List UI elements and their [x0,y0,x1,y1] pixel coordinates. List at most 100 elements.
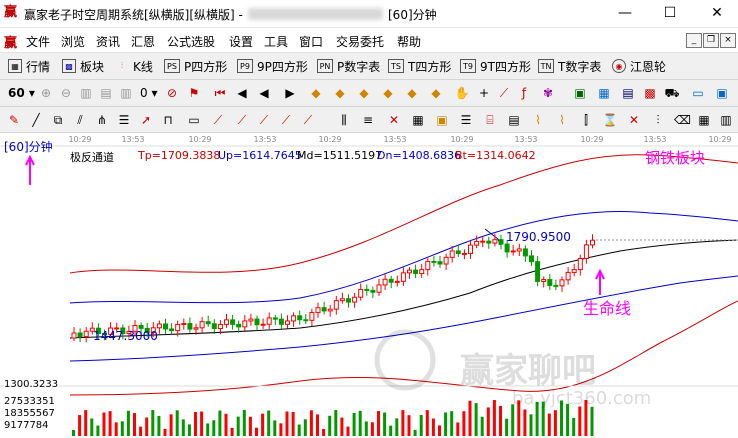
mdi-restore-button[interactable]: ❐ [703,33,719,48]
cycle2-icon[interactable]: ⌇ [554,112,570,128]
ruler-icon[interactable]: ▭ [186,112,202,128]
menu-formula[interactable]: 公式选股 [167,33,215,50]
volume-bar [590,406,594,436]
layout-icon[interactable]: ▦ [696,112,712,128]
flag-icon[interactable]: ⚑ [186,85,202,101]
diamond-left-icon[interactable]: ◆ [380,85,396,101]
levels-icon[interactable]: ☰ [116,112,132,128]
stairs-icon[interactable]: ⌸ [482,112,498,128]
hline-icon[interactable]: ≡ [360,112,376,128]
time-icon[interactable]: ⌛ [602,112,618,128]
quotes-button[interactable]: ▦ 行情 [8,57,50,75]
t-square-button[interactable]: TS T四方形 [388,57,451,75]
fib-levels-icon[interactable]: ☰ [458,112,474,128]
zoom-out-icon[interactable]: ⊖ [58,85,74,101]
align-icon[interactable]: ⫶ [650,112,666,128]
volume-bar [78,415,82,436]
arrow-icon[interactable]: ➚ [138,112,154,128]
line-icon[interactable]: ╱ [28,112,44,128]
shape-icon[interactable]: ✾ [540,85,556,101]
menu-tools[interactable]: 工具 [264,33,288,50]
count-stepper[interactable]: 0 ▾ [140,84,157,102]
channel-icon[interactable]: ⧉ [50,112,66,128]
menu-news[interactable]: 资讯 [96,33,120,50]
vline-icon[interactable]: ⫼ [336,112,352,128]
indicator-icon[interactable]: ▣ [572,85,588,101]
bracket-icon[interactable]: ⊓ [160,112,176,128]
split-icon[interactable]: ⫿ [578,112,594,128]
layout2-icon[interactable]: ▥ [718,112,734,128]
candle-body [394,280,400,283]
t-number-table-button[interactable]: TN T数字表 [538,57,601,75]
gann-fan5-icon[interactable]: ⟋ [300,112,316,128]
cross-icon[interactable]: ✕ [386,112,402,128]
menu-trade[interactable]: 交易委托 [336,33,384,50]
gann-fan-icon[interactable]: ⟋ [210,112,226,128]
zoom-in-icon[interactable]: ⊕ [38,85,54,101]
trend-icon[interactable]: ⟋ [496,85,512,101]
diamond-cross-icon[interactable]: ◆ [428,85,444,101]
candle-body [205,321,211,325]
minimize-button[interactable]: — [605,3,645,23]
menu-help[interactable]: 帮助 [397,33,421,50]
gann-fan2-icon[interactable]: ⟋ [234,112,250,128]
9p-square-button[interactable]: P9 9P四方形 [237,57,308,75]
mdi-close-button[interactable]: × [720,33,736,48]
candle-body [559,279,565,287]
first-icon[interactable]: ⏮ [212,85,228,101]
diamond-down-icon[interactable]: ◆ [356,85,372,101]
candle-body [498,239,504,245]
parallel-icon[interactable]: ⫽ [72,112,88,128]
save-icon[interactable]: ▩ [642,85,658,101]
play-forward-icon[interactable]: ▶ [282,85,298,101]
volume-bar [511,404,515,436]
tn-icon: TN [538,59,554,73]
diamond-right-icon[interactable]: ◆ [404,85,420,101]
mark-icon[interactable]: ✕ [626,112,642,128]
mdi-minimize-button[interactable]: _ [686,33,702,48]
no-entry-icon[interactable]: ⊘ [164,85,180,101]
crosshair-icon[interactable]: + [476,85,492,101]
menu-window[interactable]: 窗口 [299,33,323,50]
diamond-icon[interactable]: ◆ [308,85,324,101]
screen-icon[interactable]: ▣ [714,85,730,101]
menu-file[interactable]: 文件 [26,33,50,50]
bar-chart-icon[interactable]: ▥ [78,85,94,101]
play-back-icon[interactable]: ◀ [256,85,272,101]
square-icon[interactable]: ▣ [434,112,450,128]
grid-draw-icon[interactable]: ▤ [506,112,522,128]
truck-icon[interactable]: ⛟ [664,85,680,101]
volume-bar [175,410,179,436]
sector-button[interactable]: ▩ 板块 [62,57,104,75]
gann-fan4-icon[interactable]: ⟋ [278,112,294,128]
kline-chart[interactable]: 10:29 13:53 10:29 13:53 10:29 13:53 10:29 13:53… [0,133,738,438]
bars-icon[interactable]: ▤ [98,85,114,101]
maximize-button[interactable]: ☐ [650,3,690,23]
menu-settings[interactable]: 设置 [229,33,253,50]
del-icon[interactable]: ⌫ [674,112,691,128]
close-button[interactable]: ✕ [697,3,737,23]
diamond-up-icon[interactable]: ◆ [332,85,348,101]
box-icon[interactable]: ▦ [410,112,426,128]
kline-button[interactable]: ⫶ K线 [115,57,153,75]
p-number-table-button[interactable]: PN P数字表 [317,57,380,75]
table-icon[interactable]: ▤ [620,85,636,101]
prev-icon[interactable]: ◀ [234,85,250,101]
columns-icon[interactable]: ▥ [118,85,134,101]
volume-bar [480,416,484,436]
gann-wheel-button[interactable]: ◉ 江恩轮 [612,57,666,75]
cycle-icon[interactable]: ⌇ [530,112,546,128]
candle-body [315,307,321,314]
fan-icon[interactable]: ⋔ [94,112,110,128]
p-square-button[interactable]: PS P四方形 [164,57,227,75]
pen-icon[interactable]: ✎ [6,112,22,128]
hand-icon[interactable]: ✋ [454,85,470,101]
menu-browse[interactable]: 浏览 [61,33,85,50]
gann-fan3-icon[interactable]: ⟋ [256,112,272,128]
menu-huien[interactable]: 汇恩 [131,33,155,50]
period-select[interactable]: 60 ▾ [8,84,35,102]
monitor-icon[interactable]: ▭ [690,85,706,101]
calculator-icon[interactable]: ▦ [596,85,612,101]
fibonacci-icon[interactable]: ƒ [516,85,532,101]
9t-square-button[interactable]: T9 9T四方形 [460,57,531,75]
